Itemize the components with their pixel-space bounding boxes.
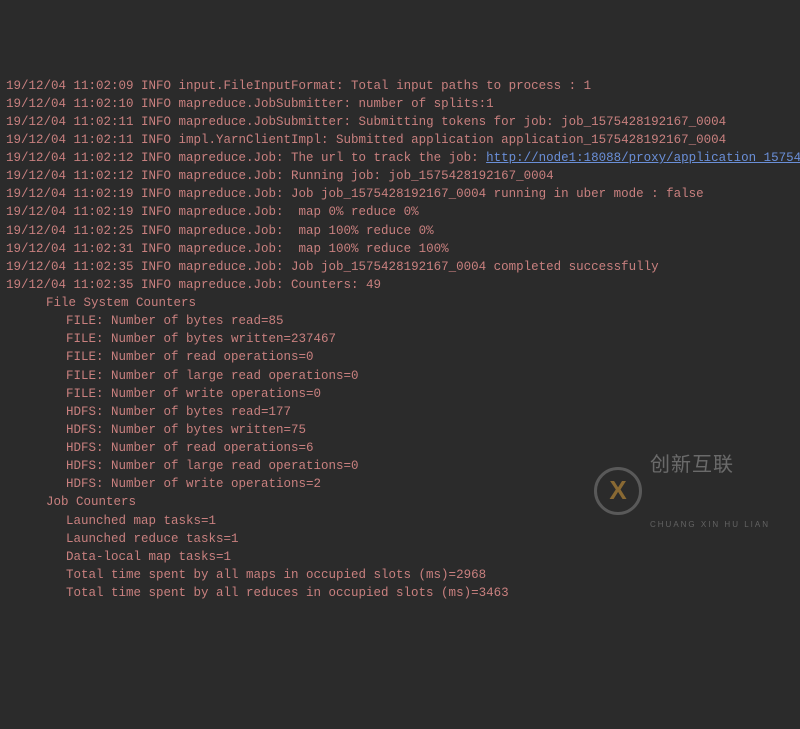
log-line: 19/12/04 11:02:19 INFO mapreduce.Job: Jo… [6,185,794,203]
counter-line: FILE: Number of bytes written=237467 [6,330,794,348]
counter-line: HDFS: Number of bytes read=177 [6,403,794,421]
log-line: 19/12/04 11:02:10 INFO mapreduce.JobSubm… [6,95,794,113]
counter-line: Launched map tasks=1 [6,512,794,530]
log-line: 19/12/04 11:02:12 INFO mapreduce.Job: Th… [6,149,794,167]
counter-line: FILE: Number of write operations=0 [6,385,794,403]
counter-line: HDFS: Number of bytes written=75 [6,421,794,439]
counter-line: HDFS: Number of read operations=6 [6,439,794,457]
counter-line: FILE: Number of bytes read=85 [6,312,794,330]
counter-group-header: Job Counters [6,493,794,511]
log-line: 19/12/04 11:02:12 INFO mapreduce.Job: Ru… [6,167,794,185]
tracking-url-link[interactable]: http://node1:18088/proxy/application_157… [486,151,800,165]
counter-group-header: File System Counters [6,294,794,312]
counter-line: FILE: Number of read operations=0 [6,348,794,366]
log-line: 19/12/04 11:02:09 INFO input.FileInputFo… [6,77,794,95]
log-line: 19/12/04 11:02:19 INFO mapreduce.Job: ma… [6,203,794,221]
log-line: 19/12/04 11:02:35 INFO mapreduce.Job: Jo… [6,258,794,276]
log-line: 19/12/04 11:02:31 INFO mapreduce.Job: ma… [6,240,794,258]
log-line: 19/12/04 11:02:11 INFO impl.YarnClientIm… [6,131,794,149]
log-line: 19/12/04 11:02:35 INFO mapreduce.Job: Co… [6,276,794,294]
log-line: 19/12/04 11:02:11 INFO mapreduce.JobSubm… [6,113,794,131]
counter-line: FILE: Number of large read operations=0 [6,367,794,385]
log-output: 19/12/04 11:02:09 INFO input.FileInputFo… [6,77,794,603]
counter-line: Total time spent by all maps in occupied… [6,566,794,584]
counter-line: HDFS: Number of write operations=2 [6,475,794,493]
log-line: 19/12/04 11:02:25 INFO mapreduce.Job: ma… [6,222,794,240]
counter-line: HDFS: Number of large read operations=0 [6,457,794,475]
counter-line: Total time spent by all reduces in occup… [6,584,794,602]
counter-line: Data-local map tasks=1 [6,548,794,566]
